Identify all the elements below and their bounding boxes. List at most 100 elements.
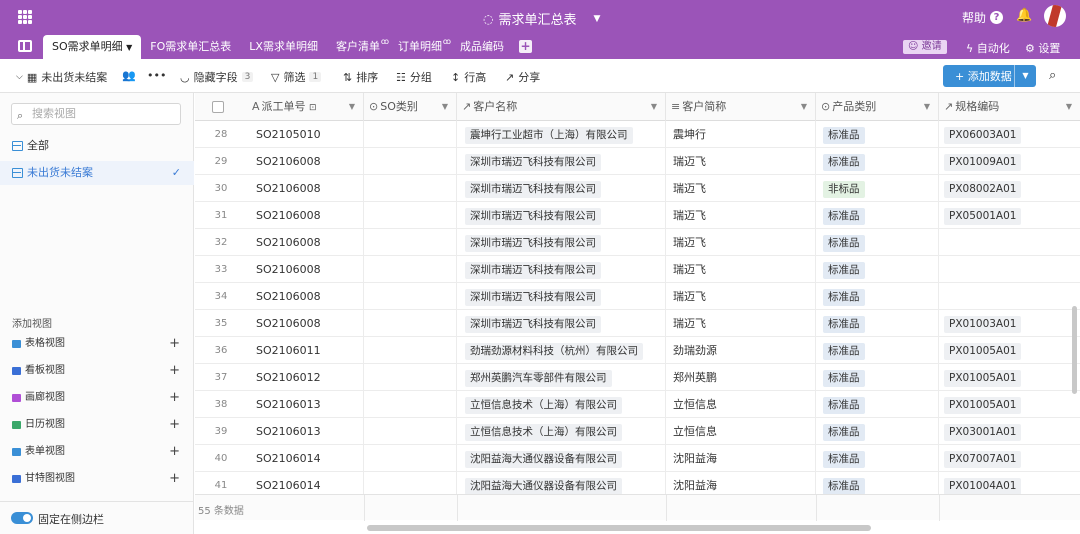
table-row[interactable]: 37 SO2106012 郑州英鹏汽车零部件有限公司 郑州英鹏 标准品 PX01005A0… bbox=[195, 364, 1080, 391]
cell-customer-name[interactable]: 深圳市瑞迈飞科技有限公司 bbox=[457, 256, 666, 283]
table-row[interactable]: 39 SO2106013 立恒信息技术（上海）有限公司 立恒信息 标准品 PX03001A… bbox=[195, 418, 1080, 445]
table-row[interactable]: 40 SO2106014 沈阳益海大通仪器设备有限公司 沈阳益海 标准品 PX07007A… bbox=[195, 445, 1080, 472]
more-icon[interactable]: ••• bbox=[147, 69, 166, 82]
cell-so-type[interactable] bbox=[364, 283, 457, 310]
cell-customer-short[interactable]: 瑞迈飞 bbox=[666, 148, 816, 175]
cell-product-category[interactable]: 非标品 bbox=[816, 175, 939, 202]
add-calendar-view[interactable]: 日历视图 + bbox=[0, 415, 194, 435]
table-row[interactable]: 35 SO2106008 深圳市瑞迈飞科技有限公司 瑞迈飞 标准品 PX01003A01 bbox=[195, 310, 1080, 337]
cell-so-type[interactable] bbox=[364, 175, 457, 202]
select-all-checkbox[interactable] bbox=[212, 101, 224, 113]
plus-icon[interactable]: + bbox=[169, 361, 180, 381]
cell-customer-name[interactable]: 深圳市瑞迈飞科技有限公司 bbox=[457, 175, 666, 202]
chevron-down-icon[interactable]: ▼ bbox=[594, 14, 601, 24]
bell-icon[interactable]: 🔔 bbox=[1016, 8, 1032, 23]
cell-spec-code[interactable]: PX06003A01 bbox=[939, 121, 1080, 148]
col-header-spec-code[interactable]: ↗ 规格编码 ▼ bbox=[939, 93, 1080, 121]
cell-customer-name[interactable]: 沈阳益海大通仪器设备有限公司 bbox=[457, 445, 666, 472]
add-data-label[interactable]: + 添加数据 bbox=[943, 68, 1014, 84]
cell-spec-code[interactable]: PX01005A01 bbox=[939, 391, 1080, 418]
row-height-button[interactable]: ↕ 行高 bbox=[451, 69, 486, 85]
plus-icon[interactable]: + bbox=[169, 442, 180, 462]
cell-customer-short[interactable]: 瑞迈飞 bbox=[666, 256, 816, 283]
cell-customer-short[interactable]: 立恒信息 bbox=[666, 418, 816, 445]
cell-dispatch-no[interactable]: SO2106013 bbox=[247, 418, 364, 445]
cell-dispatch-no[interactable]: SO2106008 bbox=[247, 256, 364, 283]
cell-product-category[interactable]: 标准品 bbox=[816, 229, 939, 256]
cell-customer-short[interactable]: 瑞迈飞 bbox=[666, 229, 816, 256]
cell-spec-code[interactable]: PX03001A01 bbox=[939, 418, 1080, 445]
cell-customer-name[interactable]: 立恒信息技术（上海）有限公司 bbox=[457, 418, 666, 445]
cell-product-category[interactable]: 标准品 bbox=[816, 445, 939, 472]
add-form-view[interactable]: 表单视图 + bbox=[0, 442, 194, 462]
cell-dispatch-no[interactable]: SO2106012 bbox=[247, 364, 364, 391]
cell-dispatch-no[interactable]: SO2106014 bbox=[247, 445, 364, 472]
search-icon[interactable]: ⌕ bbox=[1049, 68, 1056, 83]
add-data-button[interactable]: + 添加数据 ▼ bbox=[943, 65, 1036, 87]
cell-product-category[interactable]: 标准品 bbox=[816, 148, 939, 175]
chevron-down-icon[interactable]: ▼ bbox=[442, 93, 448, 121]
cell-product-category[interactable]: 标准品 bbox=[816, 310, 939, 337]
automation-button[interactable]: ϟ 自动化 bbox=[966, 40, 1010, 56]
chevron-down-icon[interactable]: ▼ bbox=[651, 93, 657, 121]
table-row[interactable]: 29 SO2106008 深圳市瑞迈飞科技有限公司 瑞迈飞 标准品 PX01009A01 bbox=[195, 148, 1080, 175]
cell-product-category[interactable]: 标准品 bbox=[816, 418, 939, 445]
cell-dispatch-no[interactable]: SO2106008 bbox=[247, 202, 364, 229]
cell-spec-code[interactable] bbox=[939, 283, 1080, 310]
cell-customer-short[interactable]: 瑞迈飞 bbox=[666, 283, 816, 310]
cell-dispatch-no[interactable]: SO2105010 bbox=[247, 121, 364, 148]
settings-button[interactable]: ⚙ 设置 bbox=[1025, 40, 1060, 56]
invite-button[interactable]: ☺ 邀请 bbox=[903, 40, 947, 54]
chevron-down-icon[interactable]: ▼ bbox=[126, 43, 132, 52]
cell-so-type[interactable] bbox=[364, 121, 457, 148]
cell-product-category[interactable]: 标准品 bbox=[816, 364, 939, 391]
tab-fo-summary[interactable]: FO需求单汇总表 bbox=[141, 35, 240, 59]
tab-orders[interactable]: 订单明细 ꝏ bbox=[389, 35, 451, 59]
sidebar-view-unshipped[interactable]: 未出货未结案 ✓ bbox=[0, 161, 194, 185]
cell-customer-short[interactable]: 立恒信息 bbox=[666, 391, 816, 418]
sort-button[interactable]: ⇅ 排序 bbox=[343, 69, 378, 85]
cell-customer-short[interactable]: 沈阳益海 bbox=[666, 445, 816, 472]
cell-customer-short[interactable]: 劲瑞劲源 bbox=[666, 337, 816, 364]
cell-customer-name[interactable]: 深圳市瑞迈飞科技有限公司 bbox=[457, 202, 666, 229]
filter-button[interactable]: ▽ 筛选 1 bbox=[271, 69, 322, 85]
table-row[interactable]: 30 SO2106008 深圳市瑞迈飞科技有限公司 瑞迈飞 非标品 PX08002A01 bbox=[195, 175, 1080, 202]
cell-product-category[interactable]: 标准品 bbox=[816, 391, 939, 418]
chevron-down-icon[interactable]: ▼ bbox=[801, 93, 807, 121]
cell-dispatch-no[interactable]: SO2106008 bbox=[247, 283, 364, 310]
cell-customer-short[interactable]: 瑞迈飞 bbox=[666, 202, 816, 229]
view-selector[interactable]: ⌵ ▦ 未出货未结案 bbox=[16, 69, 107, 85]
cell-product-category[interactable]: 标准品 bbox=[816, 202, 939, 229]
view-search-input[interactable]: ⌕ 搜索视图 bbox=[11, 103, 181, 125]
cell-spec-code[interactable] bbox=[939, 256, 1080, 283]
cell-customer-short[interactable]: 瑞迈飞 bbox=[666, 175, 816, 202]
cell-so-type[interactable] bbox=[364, 418, 457, 445]
chevron-down-icon[interactable]: ▼ bbox=[1014, 65, 1036, 87]
pin-sidebar-toggle[interactable] bbox=[11, 512, 33, 524]
cell-customer-name[interactable]: 郑州英鹏汽车零部件有限公司 bbox=[457, 364, 666, 391]
cell-so-type[interactable] bbox=[364, 229, 457, 256]
table-row[interactable]: 28 SO2105010 震坤行工业超市（上海）有限公司 震坤行 标准品 PX06003A… bbox=[195, 121, 1080, 148]
table-row[interactable]: 33 SO2106008 深圳市瑞迈飞科技有限公司 瑞迈飞 标准品 bbox=[195, 256, 1080, 283]
cell-spec-code[interactable]: PX07007A01 bbox=[939, 445, 1080, 472]
cell-so-type[interactable] bbox=[364, 445, 457, 472]
chevron-down-icon[interactable]: ▼ bbox=[1066, 93, 1072, 121]
table-row[interactable]: 38 SO2106013 立恒信息技术（上海）有限公司 立恒信息 标准品 PX01005A… bbox=[195, 391, 1080, 418]
cell-dispatch-no[interactable]: SO2106008 bbox=[247, 310, 364, 337]
add-gallery-view[interactable]: 画廊视图 + bbox=[0, 388, 194, 408]
cell-spec-code[interactable]: PX05001A01 bbox=[939, 202, 1080, 229]
add-gantt-view[interactable]: 甘特图视图 + bbox=[0, 469, 194, 489]
vertical-scrollbar[interactable] bbox=[1072, 306, 1077, 394]
cell-so-type[interactable] bbox=[364, 202, 457, 229]
cell-dispatch-no[interactable]: SO2106008 bbox=[247, 148, 364, 175]
apps-grid-icon[interactable] bbox=[18, 10, 32, 24]
cell-customer-name[interactable]: 深圳市瑞迈飞科技有限公司 bbox=[457, 148, 666, 175]
cell-spec-code[interactable]: PX01003A01 bbox=[939, 310, 1080, 337]
col-header-so-type[interactable]: ⊙ SO类别 ▼ bbox=[364, 93, 457, 121]
table-row[interactable]: 32 SO2106008 深圳市瑞迈飞科技有限公司 瑞迈飞 标准品 bbox=[195, 229, 1080, 256]
cell-product-category[interactable]: 标准品 bbox=[816, 337, 939, 364]
cell-so-type[interactable] bbox=[364, 364, 457, 391]
cell-so-type[interactable] bbox=[364, 148, 457, 175]
cell-customer-name[interactable]: 深圳市瑞迈飞科技有限公司 bbox=[457, 283, 666, 310]
share-button[interactable]: ↗ 分享 bbox=[505, 69, 540, 85]
